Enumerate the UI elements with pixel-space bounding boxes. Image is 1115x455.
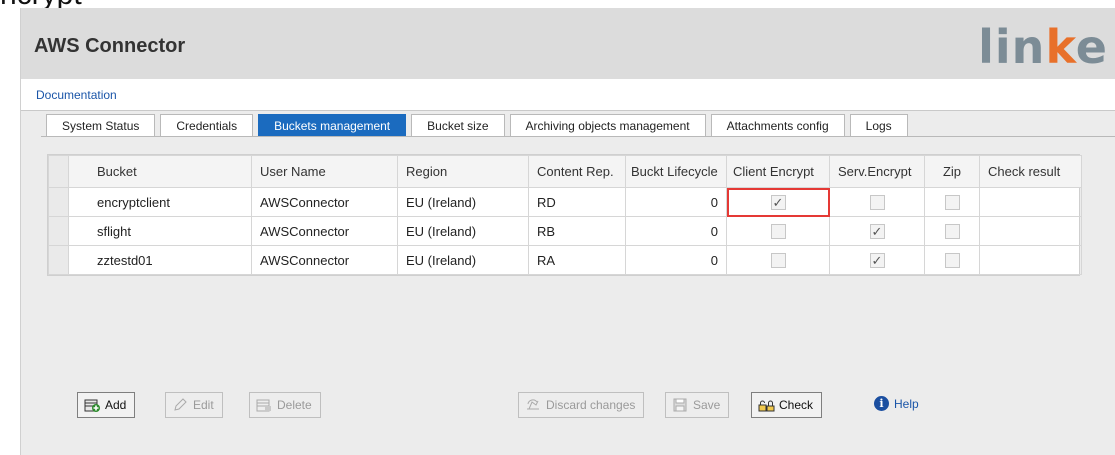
tab-bucket-size[interactable]: Bucket size <box>411 114 505 137</box>
check-button-label: Check <box>779 398 814 412</box>
check-lock-icon <box>758 397 775 413</box>
cell-client-encrypt[interactable] <box>726 216 830 246</box>
edit-button-label: Edit <box>193 398 214 412</box>
table-row[interactable]: encryptclient AWSConnector EU (Ireland) … <box>48 187 1082 217</box>
row-selector[interactable] <box>48 187 69 217</box>
cell-check-result <box>979 245 1082 275</box>
linke-logo: linke <box>978 24 1108 70</box>
tab-logs[interactable]: Logs <box>849 114 908 137</box>
tab-strip: System Status Credentials Buckets manage… <box>46 114 913 137</box>
cell-content-rep[interactable]: RA <box>528 245 626 275</box>
check-button[interactable]: Check <box>751 392 823 418</box>
pencil-icon <box>172 397 188 413</box>
cell-region[interactable]: EU (Ireland) <box>397 216 529 246</box>
cell-client-encrypt[interactable]: ✓ <box>726 187 830 217</box>
delete-button[interactable]: Delete <box>249 392 321 418</box>
column-header-serv-encrypt[interactable]: Serv.Encrypt <box>829 155 925 188</box>
documentation-bar: Documentation <box>21 79 1115 111</box>
tab-system-status[interactable]: System Status <box>46 114 156 137</box>
cell-zip[interactable] <box>924 216 980 246</box>
serv-encrypt-checkbox[interactable] <box>869 195 885 211</box>
cell-zip[interactable] <box>924 187 980 217</box>
cell-user-name[interactable]: AWSConnector <box>251 245 398 275</box>
discard-changes-label: Discard changes <box>546 398 636 412</box>
row-selector[interactable] <box>48 216 69 246</box>
save-button-label: Save <box>693 398 721 412</box>
info-icon: i <box>874 396 889 411</box>
help-link[interactable]: i Help <box>874 396 919 411</box>
column-header-content-rep[interactable]: Content Rep. <box>528 155 626 188</box>
add-button-label: Add <box>105 398 127 412</box>
cell-user-name[interactable]: AWSConnector <box>251 216 398 246</box>
client-encrypt-checkbox[interactable] <box>770 253 786 269</box>
row-selector[interactable] <box>48 245 69 275</box>
tab-archiving-objects-management[interactable]: Archiving objects management <box>509 114 706 137</box>
add-row-icon <box>84 397 100 413</box>
discard-changes-button[interactable]: Discard changes <box>518 392 645 418</box>
documentation-link[interactable]: Documentation <box>36 88 117 102</box>
save-button[interactable]: Save <box>665 392 730 418</box>
cell-bucket-lifecycle[interactable]: 0 <box>625 245 727 275</box>
zip-checkbox[interactable] <box>944 195 960 211</box>
cell-bucket-lifecycle[interactable]: 0 <box>625 187 727 217</box>
delete-button-label: Delete <box>277 398 312 412</box>
floppy-disk-icon <box>672 397 688 413</box>
cell-client-encrypt[interactable] <box>726 245 830 275</box>
column-header-zip[interactable]: Zip <box>924 155 980 188</box>
table-row[interactable]: zztestd01 AWSConnector EU (Ireland) RA 0… <box>48 245 1082 275</box>
add-button[interactable]: Add <box>77 392 136 418</box>
column-header-user-name[interactable]: User Name <box>251 155 398 188</box>
delete-row-icon <box>256 397 272 413</box>
cell-serv-encrypt[interactable]: ✓ <box>829 245 925 275</box>
help-label: Help <box>894 396 919 411</box>
cell-check-result <box>979 216 1082 246</box>
column-header-bucket-lifecycle[interactable]: Buckt Lifecycle <box>625 155 727 188</box>
cell-content-rep[interactable]: RB <box>528 216 626 246</box>
edit-button[interactable]: Edit <box>165 392 223 418</box>
serv-encrypt-checkbox[interactable]: ✓ <box>869 224 885 240</box>
column-header-region[interactable]: Region <box>397 155 529 188</box>
app-header: AWS Connector linke <box>21 8 1115 79</box>
tab-buckets-management[interactable]: Buckets management <box>258 114 407 137</box>
cell-serv-encrypt[interactable]: ✓ <box>829 216 925 246</box>
zip-checkbox[interactable] <box>944 224 960 240</box>
cell-region[interactable]: EU (Ireland) <box>397 245 529 275</box>
cell-zip[interactable] <box>924 245 980 275</box>
column-header-check-result[interactable]: Check result <box>979 155 1082 188</box>
column-header-client-encrypt[interactable]: Client Encrypt <box>726 155 830 188</box>
cell-content-rep[interactable]: RD <box>528 187 626 217</box>
logo-part: e <box>1075 20 1108 74</box>
app-title: AWS Connector <box>34 35 186 57</box>
cell-check-result <box>979 187 1082 217</box>
cell-bucket[interactable]: encryptclient <box>68 187 252 217</box>
logo-part: lin <box>978 20 1046 74</box>
cell-bucket[interactable]: sflight <box>68 216 252 246</box>
discard-icon <box>525 397 541 413</box>
client-encrypt-checkbox[interactable]: ✓ <box>770 195 786 211</box>
row-selector-header[interactable] <box>48 155 69 188</box>
serv-encrypt-checkbox[interactable]: ✓ <box>869 253 885 269</box>
client-encrypt-checkbox[interactable] <box>770 224 786 240</box>
logo-part: k <box>1045 20 1076 74</box>
cell-bucket-lifecycle[interactable]: 0 <box>625 216 727 246</box>
tab-credentials[interactable]: Credentials <box>160 114 254 137</box>
table-row[interactable]: sflight AWSConnector EU (Ireland) RB 0 ✓ <box>48 216 1082 246</box>
cell-user-name[interactable]: AWSConnector <box>251 187 398 217</box>
cell-region[interactable]: EU (Ireland) <box>397 187 529 217</box>
cell-serv-encrypt[interactable] <box>829 187 925 217</box>
buckets-table: Bucket User Name Region Content Rep. Buc… <box>47 154 1082 276</box>
column-header-bucket[interactable]: Bucket <box>68 155 252 188</box>
table-header-row: Bucket User Name Region Content Rep. Buc… <box>48 155 1082 188</box>
tab-attachments-config[interactable]: Attachments config <box>710 114 845 137</box>
zip-checkbox[interactable] <box>944 253 960 269</box>
action-button-bar: Add Edit Delete Discard changes Save Che… <box>20 392 1115 418</box>
cell-bucket[interactable]: zztestd01 <box>68 245 252 275</box>
tab-divider <box>41 136 1115 137</box>
